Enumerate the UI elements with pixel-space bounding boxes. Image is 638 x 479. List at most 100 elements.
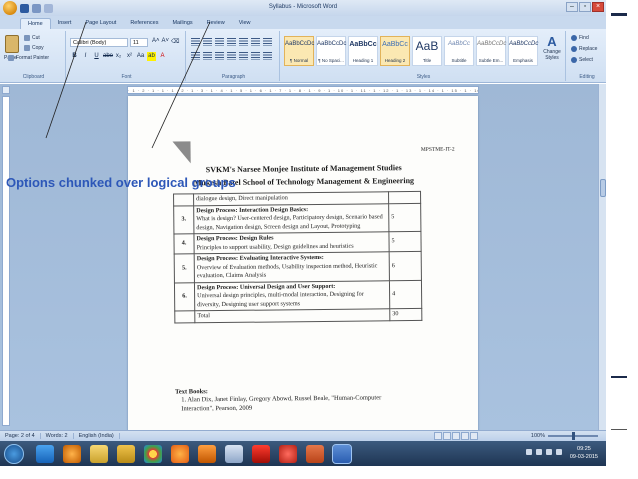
format-painter-button[interactable]: Format Painter (8, 55, 49, 61)
tab-mailings[interactable]: Mailings (165, 18, 199, 29)
row-content: Total (194, 308, 390, 323)
word-icon[interactable] (332, 443, 352, 464)
sort-icon[interactable] (251, 38, 260, 46)
numbering-icon[interactable] (203, 38, 212, 46)
increase-indent-icon[interactable] (239, 38, 248, 46)
italic-icon[interactable]: I (81, 52, 90, 61)
draft-icon[interactable] (470, 432, 478, 440)
minimize-icon[interactable]: – (566, 2, 578, 12)
cut-button[interactable]: Cut (24, 35, 40, 41)
document-page[interactable]: MPSTME-IT-2 SVKM's Narsee Monjee Institu… (128, 96, 478, 432)
superscript-icon[interactable]: x² (125, 52, 134, 61)
paste-icon[interactable] (5, 35, 19, 53)
ati-icon[interactable] (252, 444, 270, 463)
font-size-select[interactable]: 11 (130, 38, 148, 47)
style-normal[interactable]: AaBbCcDc ¶ Normal (284, 36, 314, 66)
zoom-slider[interactable] (548, 432, 598, 440)
volume-icon[interactable] (556, 449, 562, 455)
style-title[interactable]: AaB Title (412, 36, 442, 66)
replace-button[interactable]: Replace (571, 46, 597, 52)
copy-button[interactable]: Copy (24, 45, 44, 51)
word-count[interactable]: Words: 2 (41, 433, 74, 439)
media-player-icon[interactable] (63, 444, 81, 463)
change-styles-label: Change Styles (543, 49, 561, 61)
vertical-ruler[interactable] (2, 96, 10, 426)
zoom-level[interactable]: 100% (531, 433, 545, 439)
font-color-icon[interactable]: A (158, 52, 167, 61)
style-name: ¶ Normal (289, 58, 309, 63)
clear-format-icon[interactable]: ⌫ (171, 38, 179, 45)
network-status-icon[interactable] (546, 449, 552, 455)
outline-icon[interactable] (461, 432, 469, 440)
table-row: Total 30 (174, 308, 422, 323)
scrollbar-thumb[interactable] (600, 179, 606, 197)
tab-review[interactable]: Review (200, 18, 232, 29)
internet-explorer-icon[interactable] (36, 444, 54, 463)
flag-icon[interactable] (536, 449, 542, 455)
style-heading-2[interactable]: AaBbCc Heading 2 (380, 36, 410, 66)
row-content: Design Process: Interaction Design Basic… (193, 203, 389, 234)
style-no-spacing[interactable]: AaBbCcDc ¶ No Spaci... (316, 36, 346, 66)
bullets-icon[interactable] (191, 38, 200, 46)
grow-font-icon[interactable]: A˄ (152, 38, 160, 45)
show-marks-icon[interactable] (263, 38, 272, 46)
find-button[interactable]: Find (571, 35, 589, 41)
vertical-scrollbar[interactable] (598, 84, 606, 430)
highlight-icon[interactable]: ab (147, 52, 156, 61)
style-subtitle[interactable]: AaBbCc Subtitle (444, 36, 474, 66)
paragraph-group: Paragraph (188, 31, 280, 81)
text-book-entry: 1. Alan Dix, Janet Finlay, Gregory Abowd… (181, 394, 382, 413)
full-screen-icon[interactable] (443, 432, 451, 440)
close-icon[interactable]: × (592, 2, 604, 12)
multilevel-list-icon[interactable] (215, 38, 224, 46)
align-right-icon[interactable] (215, 52, 224, 60)
subscript-icon[interactable]: x₂ (114, 52, 123, 61)
network-icon[interactable] (225, 444, 243, 463)
maximize-icon[interactable]: ▫ (579, 2, 591, 12)
documents-icon[interactable] (117, 444, 135, 463)
style-subtle-emphasis[interactable]: AaBbCcDc Subtle Em... (476, 36, 506, 66)
start-button-icon[interactable] (4, 443, 24, 464)
line-spacing-icon[interactable] (239, 52, 248, 60)
ruler-toggle[interactable] (2, 86, 10, 94)
change-styles-button[interactable]: A Change Styles (540, 34, 564, 61)
print-layout-icon[interactable] (434, 432, 442, 440)
change-case-icon[interactable]: Aa (136, 52, 145, 61)
zoom-slider-handle[interactable] (572, 432, 575, 440)
style-sample: AaBbCcDc (317, 41, 347, 47)
style-heading-1[interactable]: AaBbCc Heading 1 (348, 36, 378, 66)
tab-references[interactable]: References (123, 18, 165, 29)
course-code: MPSTME-IT-2 (420, 146, 455, 153)
shrink-font-icon[interactable]: A˅ (162, 38, 170, 45)
powerpoint-icon[interactable] (306, 444, 324, 463)
bold-icon[interactable]: B (70, 52, 79, 61)
shading-icon[interactable] (251, 52, 260, 60)
clock[interactable]: 09:25 09-03-2015 (570, 445, 598, 461)
decrease-indent-icon[interactable] (227, 38, 236, 46)
tab-page-layout[interactable]: Page Layout (78, 18, 123, 29)
row-number (174, 310, 195, 323)
web-layout-icon[interactable] (452, 432, 460, 440)
paragraph-row-2 (191, 52, 272, 60)
justify-icon[interactable] (227, 52, 236, 60)
select-button[interactable]: Select (571, 57, 593, 63)
tab-insert[interactable]: Insert (51, 18, 79, 29)
language[interactable]: English (India) (74, 433, 120, 439)
row-heading: Total (197, 312, 210, 320)
tab-home[interactable]: Home (20, 18, 51, 29)
acrobat-icon[interactable] (279, 444, 297, 463)
tab-view[interactable]: View (232, 18, 258, 29)
chrome-icon[interactable] (144, 444, 162, 463)
page-count[interactable]: Page: 2 of 4 (0, 433, 41, 439)
borders-icon[interactable] (263, 52, 272, 60)
folder-icon[interactable] (90, 444, 108, 463)
align-center-icon[interactable] (203, 52, 212, 60)
style-emphasis[interactable]: AaBbCcDc Emphasis (508, 36, 538, 66)
firefox-icon[interactable] (171, 444, 189, 463)
vlc-icon[interactable] (198, 444, 216, 463)
strikethrough-icon[interactable]: abe (103, 52, 113, 61)
arrow-up-icon[interactable] (526, 449, 532, 455)
font-name-select[interactable]: Calibri (Body) (70, 38, 128, 47)
underline-icon[interactable]: U (92, 52, 101, 61)
align-left-icon[interactable] (191, 52, 200, 60)
